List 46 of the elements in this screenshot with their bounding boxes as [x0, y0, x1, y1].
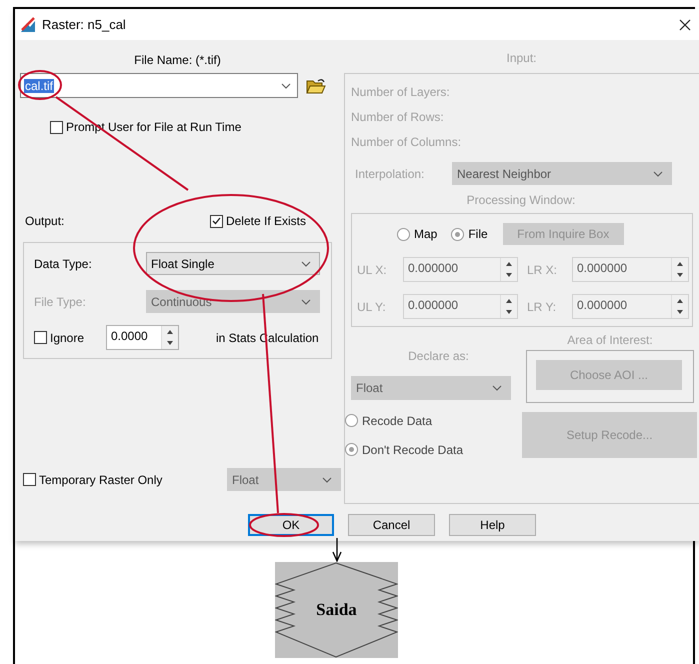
node-label: Saida [316, 600, 357, 620]
field-label: Data Type: [34, 256, 93, 270]
chevron-icon [281, 82, 291, 88]
radio-label: Recode Data [362, 414, 432, 428]
dialog-button[interactable]: Help [449, 514, 536, 536]
field-label: Interpolation: [355, 166, 426, 180]
coordinate-label: UL X: [357, 262, 388, 276]
coordinate-label: UL Y: [357, 300, 387, 314]
chevron-icon [301, 298, 311, 304]
field-label: File Type: [34, 294, 87, 308]
close-icon[interactable] [679, 18, 691, 30]
app-icon [20, 16, 36, 32]
checkbox[interactable] [210, 214, 223, 228]
annotation-ellipse [18, 70, 62, 100]
radio-label: File [468, 227, 488, 241]
checkbox-label: Temporary Raster Only [39, 472, 164, 486]
radio-label: Map [414, 227, 438, 241]
section-label: Output: [25, 214, 64, 228]
info-label: Number of Layers: [351, 85, 450, 99]
checkbox-label: Delete If Exists [226, 214, 306, 228]
dialog-button[interactable]: Cancel [348, 514, 435, 536]
info-label: Number of Rows: [351, 110, 444, 124]
arrow [330, 538, 342, 562]
checkbox-label: Ignore [50, 330, 86, 344]
chevron-icon [492, 385, 502, 391]
annotation-ellipse [249, 513, 319, 537]
spin-buttons[interactable] [161, 326, 178, 349]
info-label: Number of Columns: [351, 135, 462, 149]
window-title: Raster: n5_cal [42, 17, 127, 32]
folder-icon[interactable] [306, 78, 326, 94]
dropdown[interactable]: Float Single [146, 252, 320, 275]
section-label: Input: [506, 51, 537, 65]
checkbox[interactable] [34, 331, 47, 344]
chevron-icon [301, 260, 311, 266]
spin-field[interactable]: 0.0000 [106, 325, 179, 350]
field-label: Declare as: [408, 349, 469, 363]
radio-label: Don't Recode Data [362, 442, 464, 456]
chevron-icon [653, 170, 663, 176]
coordinate-label: LR Y: [527, 300, 558, 314]
file-name-field[interactable]: cal.tif [20, 73, 298, 98]
field-label: File Name: (*.tif) [134, 53, 221, 67]
chevron-icon [322, 476, 332, 482]
checkbox[interactable] [50, 120, 63, 134]
section-label: Processing Window: [466, 193, 576, 207]
field-label: Area of Interest: [567, 333, 653, 347]
coordinate-label: LR X: [527, 262, 558, 276]
